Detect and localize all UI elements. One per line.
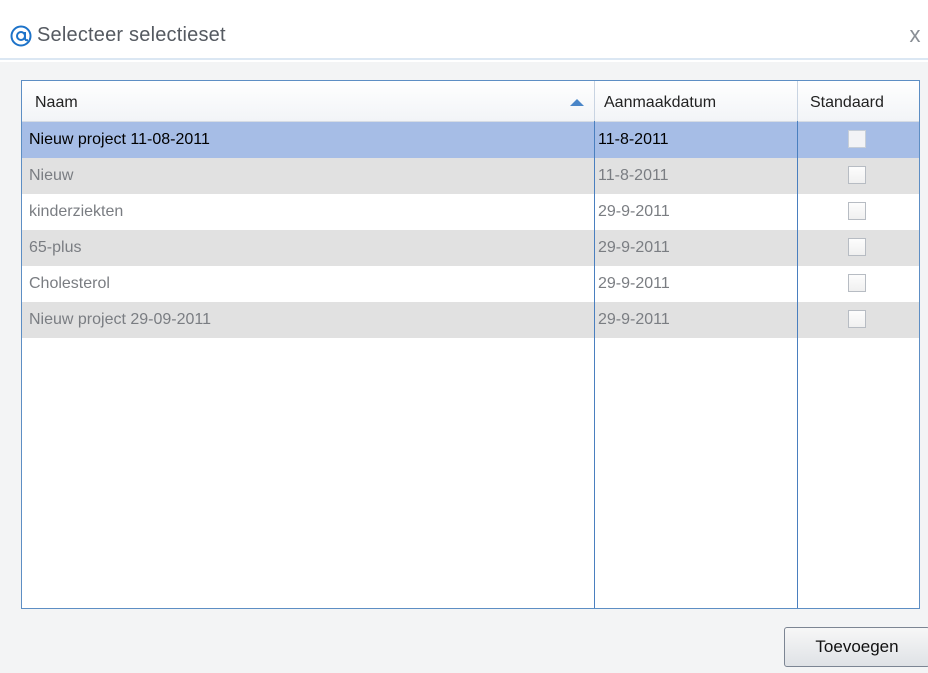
cell-naam: Nieuw project 29-09-2011 — [29, 311, 212, 328]
cell-aanmaakdatum: 29-9-2011 — [598, 239, 670, 256]
table-row[interactable]: Cholesterol 29-9-2011 — [22, 266, 919, 302]
cell-naam: Nieuw — [29, 167, 74, 184]
cell-aanmaakdatum: 29-9-2011 — [598, 275, 670, 292]
select-selection-set-dialog: Selecteer selectieset x Naam Aanmaakdatu… — [0, 0, 928, 673]
cell-aanmaakdatum: 29-9-2011 — [598, 311, 670, 328]
add-button[interactable]: Toevoegen — [784, 627, 928, 667]
table-row[interactable]: Nieuw 11-8-2011 — [22, 158, 919, 194]
standaard-checkbox[interactable] — [848, 166, 866, 184]
cell-naam: kinderziekten — [29, 203, 124, 220]
table-row[interactable]: kinderziekten 29-9-2011 — [22, 194, 919, 230]
at-sign-icon — [10, 25, 32, 47]
table-header: Naam Aanmaakdatum Standaard — [22, 81, 919, 122]
dialog-title: Selecteer selectieset — [37, 24, 226, 46]
standaard-checkbox[interactable] — [848, 238, 866, 256]
column-header-naam[interactable]: Naam — [22, 81, 594, 121]
standaard-checkbox[interactable] — [848, 310, 866, 328]
cell-aanmaakdatum: 11-8-2011 — [598, 167, 669, 184]
standaard-checkbox[interactable] — [848, 274, 866, 292]
column-header-standaard[interactable]: Standaard — [797, 81, 919, 121]
cell-aanmaakdatum: 29-9-2011 — [598, 203, 670, 220]
standaard-checkbox[interactable] — [848, 130, 866, 148]
cell-naam: Cholesterol — [29, 275, 110, 292]
title-bar: Selecteer selectieset x — [0, 0, 928, 62]
selection-set-table: Naam Aanmaakdatum Standaard Nieuw projec… — [21, 80, 920, 609]
table-row[interactable]: Nieuw project 11-08-2011 11-8-2011 — [22, 122, 919, 158]
column-divider — [594, 121, 595, 608]
table-row[interactable]: Nieuw project 29-09-2011 29-9-2011 — [22, 302, 919, 338]
cell-aanmaakdatum: 11-8-2011 — [598, 131, 669, 148]
standaard-checkbox[interactable] — [848, 202, 866, 220]
column-header-aanmaakdatum[interactable]: Aanmaakdatum — [594, 81, 797, 121]
table-row[interactable]: 65-plus 29-9-2011 — [22, 230, 919, 266]
column-divider — [797, 121, 798, 608]
cell-naam: Nieuw project 11-08-2011 — [29, 131, 210, 148]
sort-ascending-icon — [570, 99, 584, 106]
close-button[interactable]: x — [904, 22, 926, 48]
cell-naam: 65-plus — [29, 239, 82, 256]
title-separator — [0, 58, 928, 60]
